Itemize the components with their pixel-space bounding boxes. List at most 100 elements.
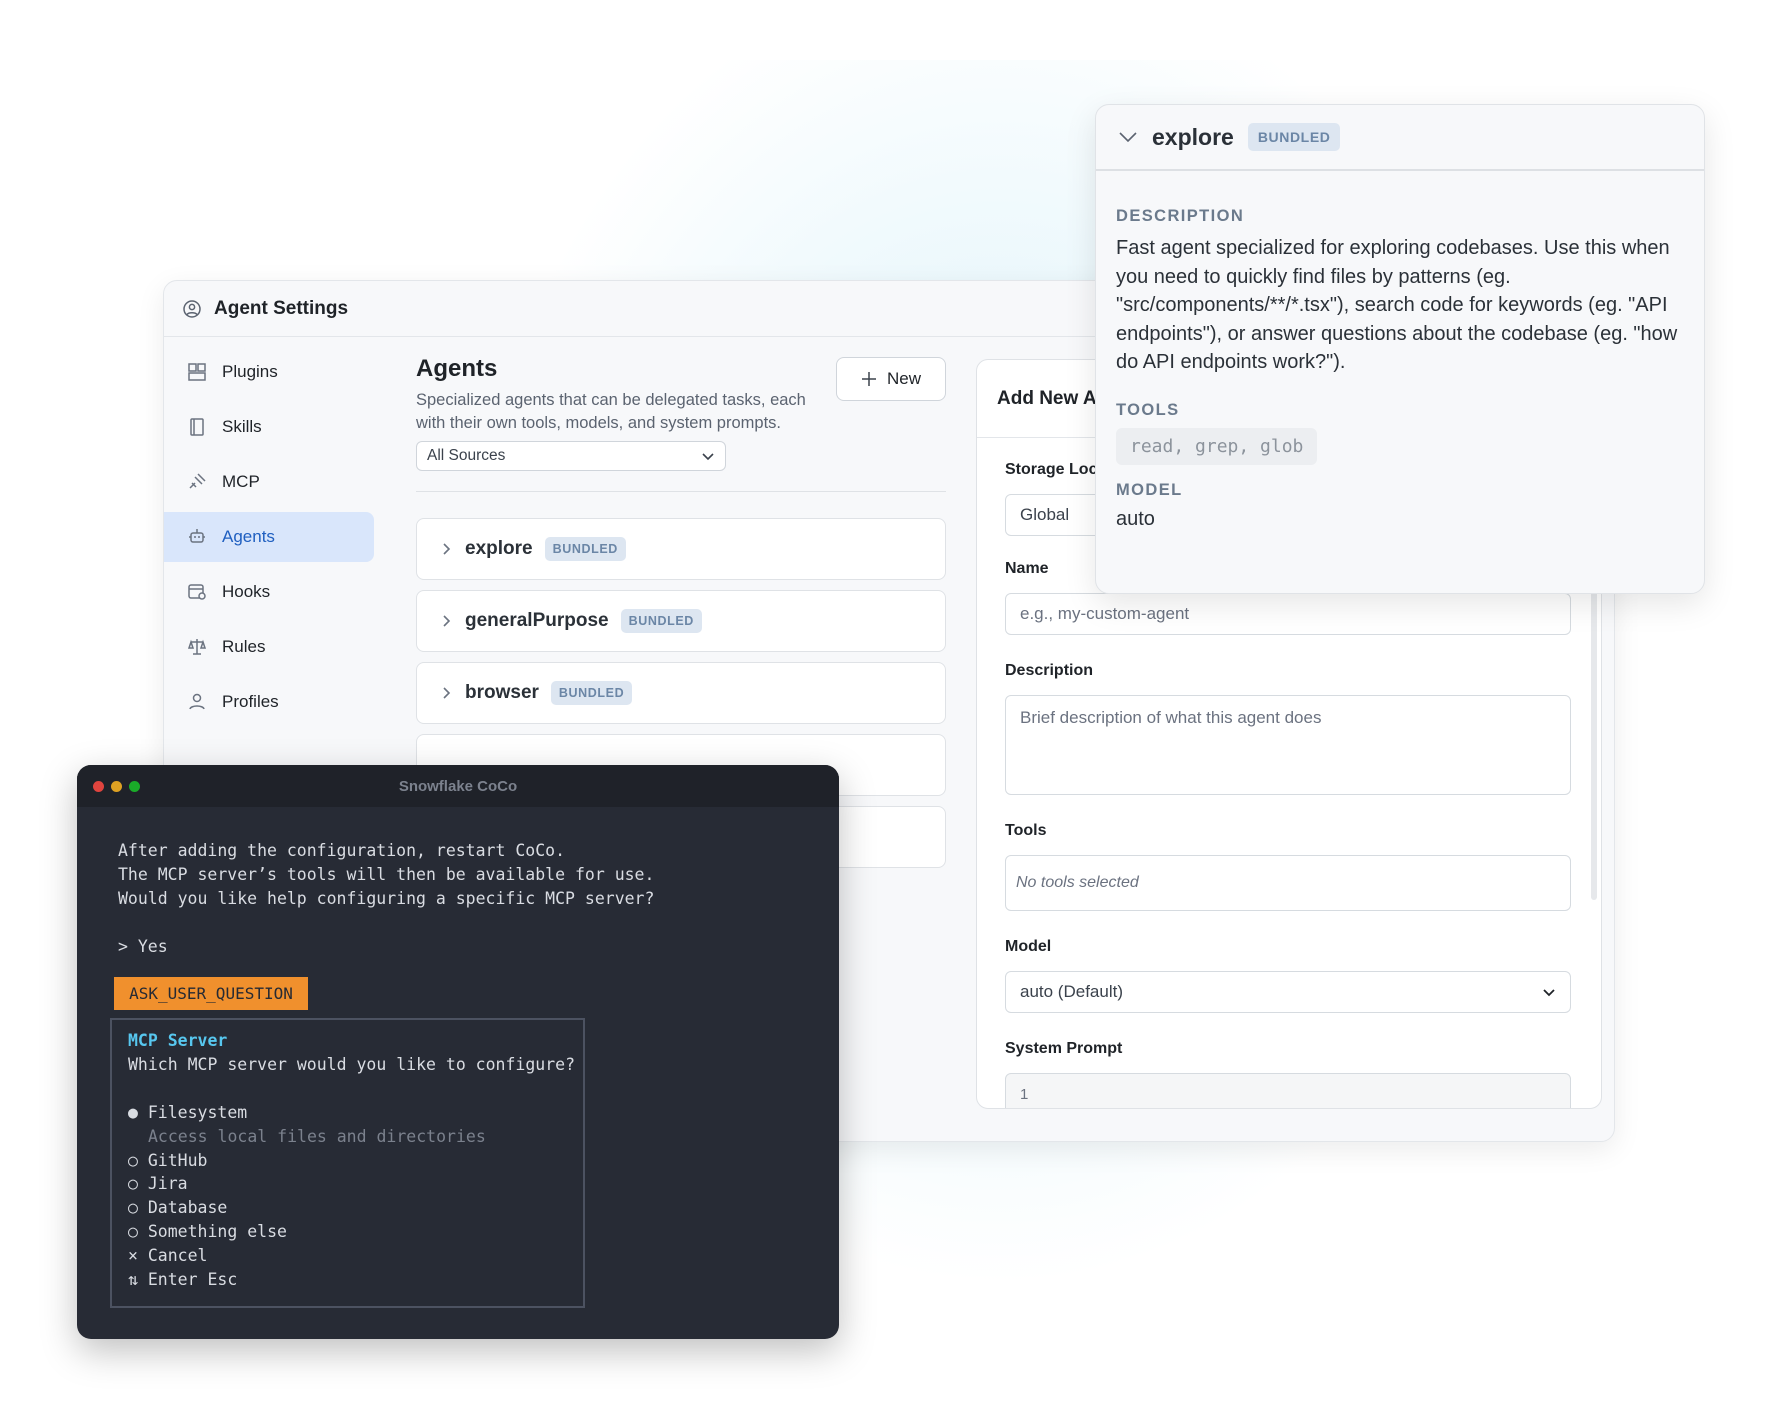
terminal-title: Snowflake CoCo xyxy=(398,777,518,795)
sidebar-item-label: Hooks xyxy=(222,582,271,601)
minimize-button[interactable] xyxy=(111,781,122,792)
chevron-right-icon xyxy=(443,687,451,699)
popover-agent-name: explore xyxy=(1152,123,1234,150)
close-button[interactable] xyxy=(93,781,104,792)
option-hint: Access local files and directories xyxy=(148,1127,486,1146)
scale-icon xyxy=(187,639,207,655)
line-number: 1 xyxy=(1020,1086,1029,1103)
chevron-right-icon xyxy=(443,543,451,555)
sidebar-item-skills[interactable]: Skills xyxy=(164,402,374,452)
question-text: Which MCP server would you like to confi… xyxy=(128,1055,576,1074)
sidebar-item-agents[interactable]: Agents xyxy=(164,512,374,562)
window-controls xyxy=(93,781,140,792)
option-label: Database xyxy=(147,1198,228,1217)
sidebar-item-label: MCP xyxy=(222,472,260,491)
tools-selector[interactable]: No tools selected xyxy=(1005,855,1571,911)
plug-icon xyxy=(189,473,206,489)
bundled-badge: BUNDLED xyxy=(1247,123,1341,151)
option-label: Something else xyxy=(147,1222,287,1241)
ask-user-question-tag: ASK_USER_QUESTION xyxy=(114,977,308,1010)
key-hint-footer: ⇅ Enter Esc xyxy=(128,1270,238,1289)
name-placeholder: e.g., my-custom-agent xyxy=(1020,604,1190,623)
sidebar-item-plugins[interactable]: Plugins xyxy=(164,347,374,397)
radio-icon: ○ xyxy=(128,1198,138,1217)
storage-location-value: Global xyxy=(1020,505,1070,524)
system-prompt-editor[interactable]: 1 xyxy=(1005,1073,1571,1108)
popover-header[interactable]: explore BUNDLED xyxy=(1096,105,1704,171)
user-icon xyxy=(189,693,205,710)
settings-gear-icon xyxy=(182,299,202,319)
agent-detail-popover: explore BUNDLED DESCRIPTION Fast agent s… xyxy=(1095,104,1705,594)
agents-description: Specialized agents that can be delegated… xyxy=(416,391,806,432)
description-textarea[interactable]: Brief description of what this agent doe… xyxy=(1005,695,1571,795)
sidebar-item-label: Rules xyxy=(222,637,266,656)
name-label: Name xyxy=(1005,560,1049,577)
agent-card-browser[interactable]: browser BUNDLED xyxy=(416,662,946,724)
option-github[interactable]: ○ GitHub xyxy=(128,1151,207,1170)
source-filter-select[interactable]: All Sources xyxy=(416,441,726,471)
agent-card-generalpurpose[interactable]: generalPurpose BUNDLED xyxy=(416,590,946,652)
description-placeholder: Brief description of what this agent doe… xyxy=(1020,708,1322,727)
option-something-else[interactable]: ○ Something else xyxy=(128,1222,287,1241)
robot-icon xyxy=(189,529,205,543)
terminal-window: Snowflake CoCo After adding the configur… xyxy=(77,765,839,1339)
description-label: Description xyxy=(1005,662,1094,679)
popover-description: Fast agent specialized for exploring cod… xyxy=(1116,237,1678,373)
maximize-button[interactable] xyxy=(129,781,140,792)
chevron-down-icon[interactable] xyxy=(1118,130,1138,144)
divider xyxy=(416,491,946,492)
radio-icon: ○ xyxy=(128,1222,138,1241)
popover-model: auto xyxy=(1116,507,1155,530)
option-filesystem[interactable]: ● Filesystem xyxy=(128,1103,247,1122)
sidebar-item-mcp[interactable]: MCP xyxy=(164,457,374,507)
radio-selected-icon: ● xyxy=(128,1103,138,1122)
chevron-right-icon xyxy=(443,615,451,627)
option-cancel[interactable]: × Cancel xyxy=(128,1246,207,1265)
terminal-line: Would you like help configuring a specif… xyxy=(118,889,655,908)
chevron-down-icon xyxy=(1543,989,1555,997)
plus-icon xyxy=(861,372,876,386)
option-label: GitHub xyxy=(147,1151,208,1170)
sidebar-item-profiles[interactable]: Profiles xyxy=(164,677,374,727)
agent-card-explore[interactable]: explore BUNDLED xyxy=(416,518,946,580)
tools-section-label: TOOLS xyxy=(1116,400,1180,419)
option-database[interactable]: ○ Database xyxy=(128,1198,227,1217)
radio-icon: ○ xyxy=(128,1151,138,1170)
sidebar-item-label: Plugins xyxy=(222,362,278,381)
system-prompt-label: System Prompt xyxy=(1005,1040,1123,1057)
description-section-label: DESCRIPTION xyxy=(1116,207,1245,225)
agent-name: browser xyxy=(465,682,539,703)
puzzle-icon xyxy=(188,363,206,381)
source-filter-value: All Sources xyxy=(427,447,506,464)
tools-list: read, grep, glob xyxy=(1116,427,1318,465)
agent-name: generalPurpose xyxy=(465,610,609,631)
window-title: Agent Settings xyxy=(214,297,349,319)
sidebar: Plugins Skills MCP Agents Hooks Rules Pr… xyxy=(164,338,374,732)
model-value: auto (Default) xyxy=(1020,982,1123,1001)
terminal-titlebar: Snowflake CoCo xyxy=(77,765,839,807)
model-section-label: MODEL xyxy=(1116,480,1183,499)
bundled-badge: BUNDLED xyxy=(544,537,626,561)
agent-name: explore xyxy=(465,538,533,559)
model-select[interactable]: auto (Default) xyxy=(1005,971,1571,1013)
radio-icon: ○ xyxy=(128,1174,138,1193)
hook-icon xyxy=(188,584,206,600)
question-title: MCP Server xyxy=(128,1031,228,1050)
book-icon xyxy=(190,418,204,436)
chevron-down-icon xyxy=(702,453,714,461)
sidebar-item-hooks[interactable]: Hooks xyxy=(164,567,374,617)
option-label: Jira xyxy=(147,1174,188,1193)
name-input[interactable]: e.g., my-custom-agent xyxy=(1005,593,1571,635)
model-label: Model xyxy=(1005,938,1052,955)
tools-label: Tools xyxy=(1005,822,1047,839)
new-agent-button[interactable]: New xyxy=(836,357,946,401)
question-box: MCP Server Which MCP server would you li… xyxy=(110,1018,585,1308)
sidebar-item-rules[interactable]: Rules xyxy=(164,622,374,672)
terminal-line: The MCP server’s tools will then be avai… xyxy=(118,865,655,884)
bundled-badge: BUNDLED xyxy=(550,681,633,705)
terminal-answer: > Yes xyxy=(118,937,168,956)
sidebar-item-label: Profiles xyxy=(222,692,279,711)
bundled-badge: BUNDLED xyxy=(620,609,702,633)
option-jira[interactable]: ○ Jira xyxy=(128,1174,188,1193)
terminal-line: After adding the configuration, restart … xyxy=(118,841,566,860)
